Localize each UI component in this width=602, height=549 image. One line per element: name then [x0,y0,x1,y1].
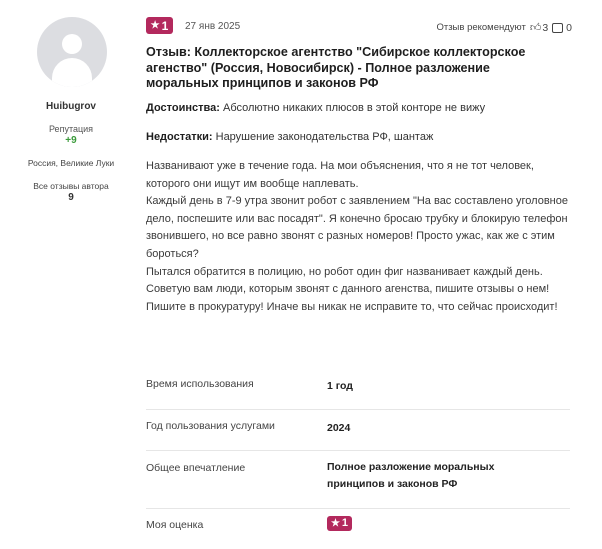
author-name[interactable]: Huibugrov [0,101,142,112]
all-reviews-link[interactable]: Все отзывы автора [0,181,142,191]
recommend-label: Отзыв рекомендуют [436,22,526,33]
review-paragraph: Советую вам люди, которым звонят с данно… [146,283,558,313]
detail-row-usage: Время использования 1 год [146,368,570,410]
cons-label: Недостатки: [146,131,213,143]
detail-value: 2024 [327,422,351,434]
rating-value: 1 [161,18,169,33]
detail-value: 1 год [327,380,353,392]
detail-row-impression: Общее впечатление Полное разложение мора… [146,451,570,509]
like-button[interactable]: 👍︎ 3 [529,21,549,35]
detail-label: Год пользования услугами [146,420,275,432]
avatar-placeholder-icon [62,34,82,54]
pros-line: Достоинства: Абсолютно никаких плюсов в … [146,102,485,114]
detail-value: Полное разложение моральных принципов и … [327,461,495,490]
detail-label: Общее впечатление [146,462,246,474]
recommend-bar: Отзыв рекомендуют 👍︎ 3 0 [436,21,572,35]
star-icon: ★ [330,518,340,529]
my-rating-badge: ★ 1 [327,516,352,531]
comments-button[interactable]: 0 [552,22,572,34]
reputation-value: +9 [65,135,77,146]
cons-text: Нарушение законодательства РФ, шантаж [215,131,434,143]
review-paragraph: Пытался обратится в полицию, но робот од… [146,265,543,278]
comment-icon [552,22,564,33]
avatar[interactable] [37,17,107,87]
author-location: Россия, Великие Луки [27,158,115,168]
my-rating: ★ 1 [327,515,527,532]
pros-text: Абсолютно никаких плюсов в этой конторе … [223,102,486,114]
comment-count: 0 [566,21,572,34]
pros-label: Достоинства: [146,102,220,114]
all-reviews-count[interactable]: 9 [0,192,142,203]
review-paragraph: Каждый день в 7-9 утра звонит робот с за… [146,195,568,260]
thumbs-up-icon: 👍︎ [529,22,542,34]
my-rating-value: 1 [341,517,349,529]
detail-row-year: Год пользования услугами 2024 [146,410,570,451]
detail-label: Моя оценка [146,519,204,531]
review-date: 27 янв 2025 [185,21,241,32]
detail-row-my-rating: Моя оценка ★ 1 [146,509,570,549]
reputation-label: Репутация [48,124,94,134]
review-body: Названивают уже в течение года. На мои о… [146,158,574,316]
like-count: 3 [542,21,549,34]
detail-label: Время использования [146,378,254,390]
rating-badge: ★ 1 [146,17,173,34]
review-paragraph: Названивают уже в течение года. На мои о… [146,160,534,190]
review-details: Время использования 1 год Год пользовани… [146,368,570,549]
cons-line: Недостатки: Нарушение законодательства Р… [146,131,433,143]
star-icon: ★ [150,20,160,31]
review-title: Отзыв: Коллекторское агентство "Сибирско… [146,45,526,90]
